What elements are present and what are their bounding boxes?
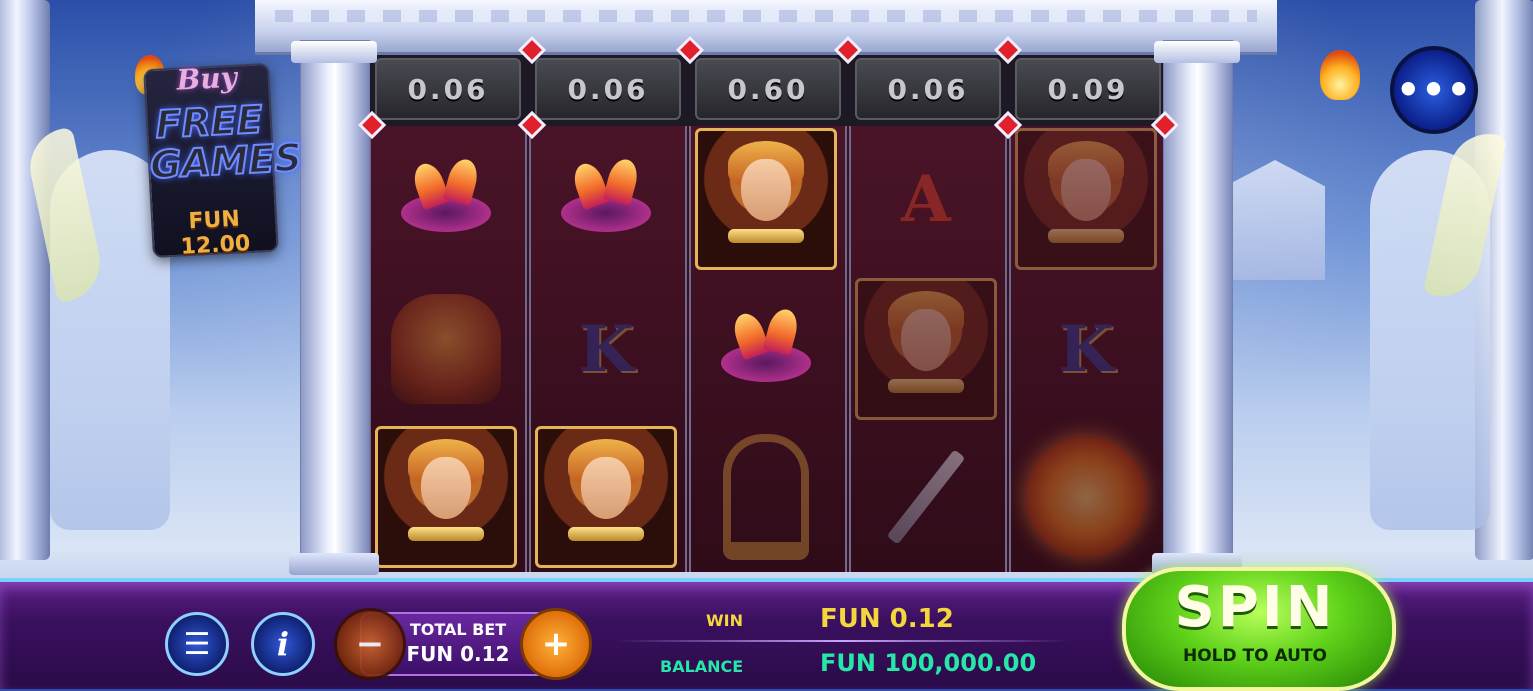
free-games-label: FREE GAMES	[148, 96, 304, 188]
reel-5: K	[1009, 126, 1167, 572]
phoenix-symbol	[373, 276, 519, 422]
increase-bet-button[interactable]: +	[520, 608, 592, 680]
decrease-bet-button[interactable]: −	[334, 608, 406, 680]
info-icon[interactable]: i	[251, 612, 315, 676]
spin-label[interactable]: SPIN	[1122, 575, 1388, 640]
hero-symbol	[693, 126, 839, 272]
reel-multiplier-1: 0.06	[375, 58, 521, 120]
buy-price: FUN 12.00	[180, 206, 251, 260]
reel-1	[369, 126, 527, 572]
more-options-button[interactable]: •••	[1390, 46, 1478, 134]
k-symbol: K	[1058, 311, 1114, 387]
a-symbol: A	[901, 161, 951, 237]
k-symbol: K	[578, 311, 634, 387]
sword-symbol	[853, 424, 999, 570]
buy-free-games-button[interactable]: Buy FREE GAMES FUN 12.00	[143, 61, 304, 260]
reel-multiplier-4: 0.06	[855, 58, 1001, 120]
left-pillar	[289, 40, 379, 575]
reel-multiplier-3: 0.60	[695, 58, 841, 120]
reel-multiplier-2: 0.06	[535, 58, 681, 120]
hold-to-auto-label[interactable]: HOLD TO AUTO	[1122, 646, 1388, 666]
crown-symbol	[373, 126, 519, 272]
reel-2: K	[529, 126, 687, 572]
hamburger-menu-icon[interactable]: ☰	[165, 612, 229, 676]
left-column-decoration	[0, 0, 50, 560]
crown-symbol	[533, 126, 679, 272]
divider	[615, 640, 1070, 642]
hero-symbol	[533, 424, 679, 570]
reel-3	[689, 126, 847, 572]
reel-area: 0.06 0.06 0.60 0.06 0.09 K A K	[369, 40, 1167, 572]
crown-symbol	[693, 276, 839, 422]
win-value: FUN 0.12	[820, 604, 954, 634]
reel-multiplier-5: 0.09	[1015, 58, 1161, 120]
hero-symbol	[373, 424, 519, 570]
sun-symbol	[1013, 424, 1159, 570]
temple-arch	[255, 0, 1277, 55]
reel-4: A	[849, 126, 1007, 572]
balance-label: BALANCE	[660, 657, 744, 676]
lyre-symbol	[693, 424, 839, 570]
buy-label: Buy	[175, 60, 238, 97]
balance-value: FUN 100,000.00	[820, 649, 1037, 677]
torch-fire-icon	[1320, 50, 1360, 100]
win-label: WIN	[706, 611, 743, 630]
hero-symbol	[853, 276, 999, 422]
hero-symbol	[1013, 126, 1159, 272]
